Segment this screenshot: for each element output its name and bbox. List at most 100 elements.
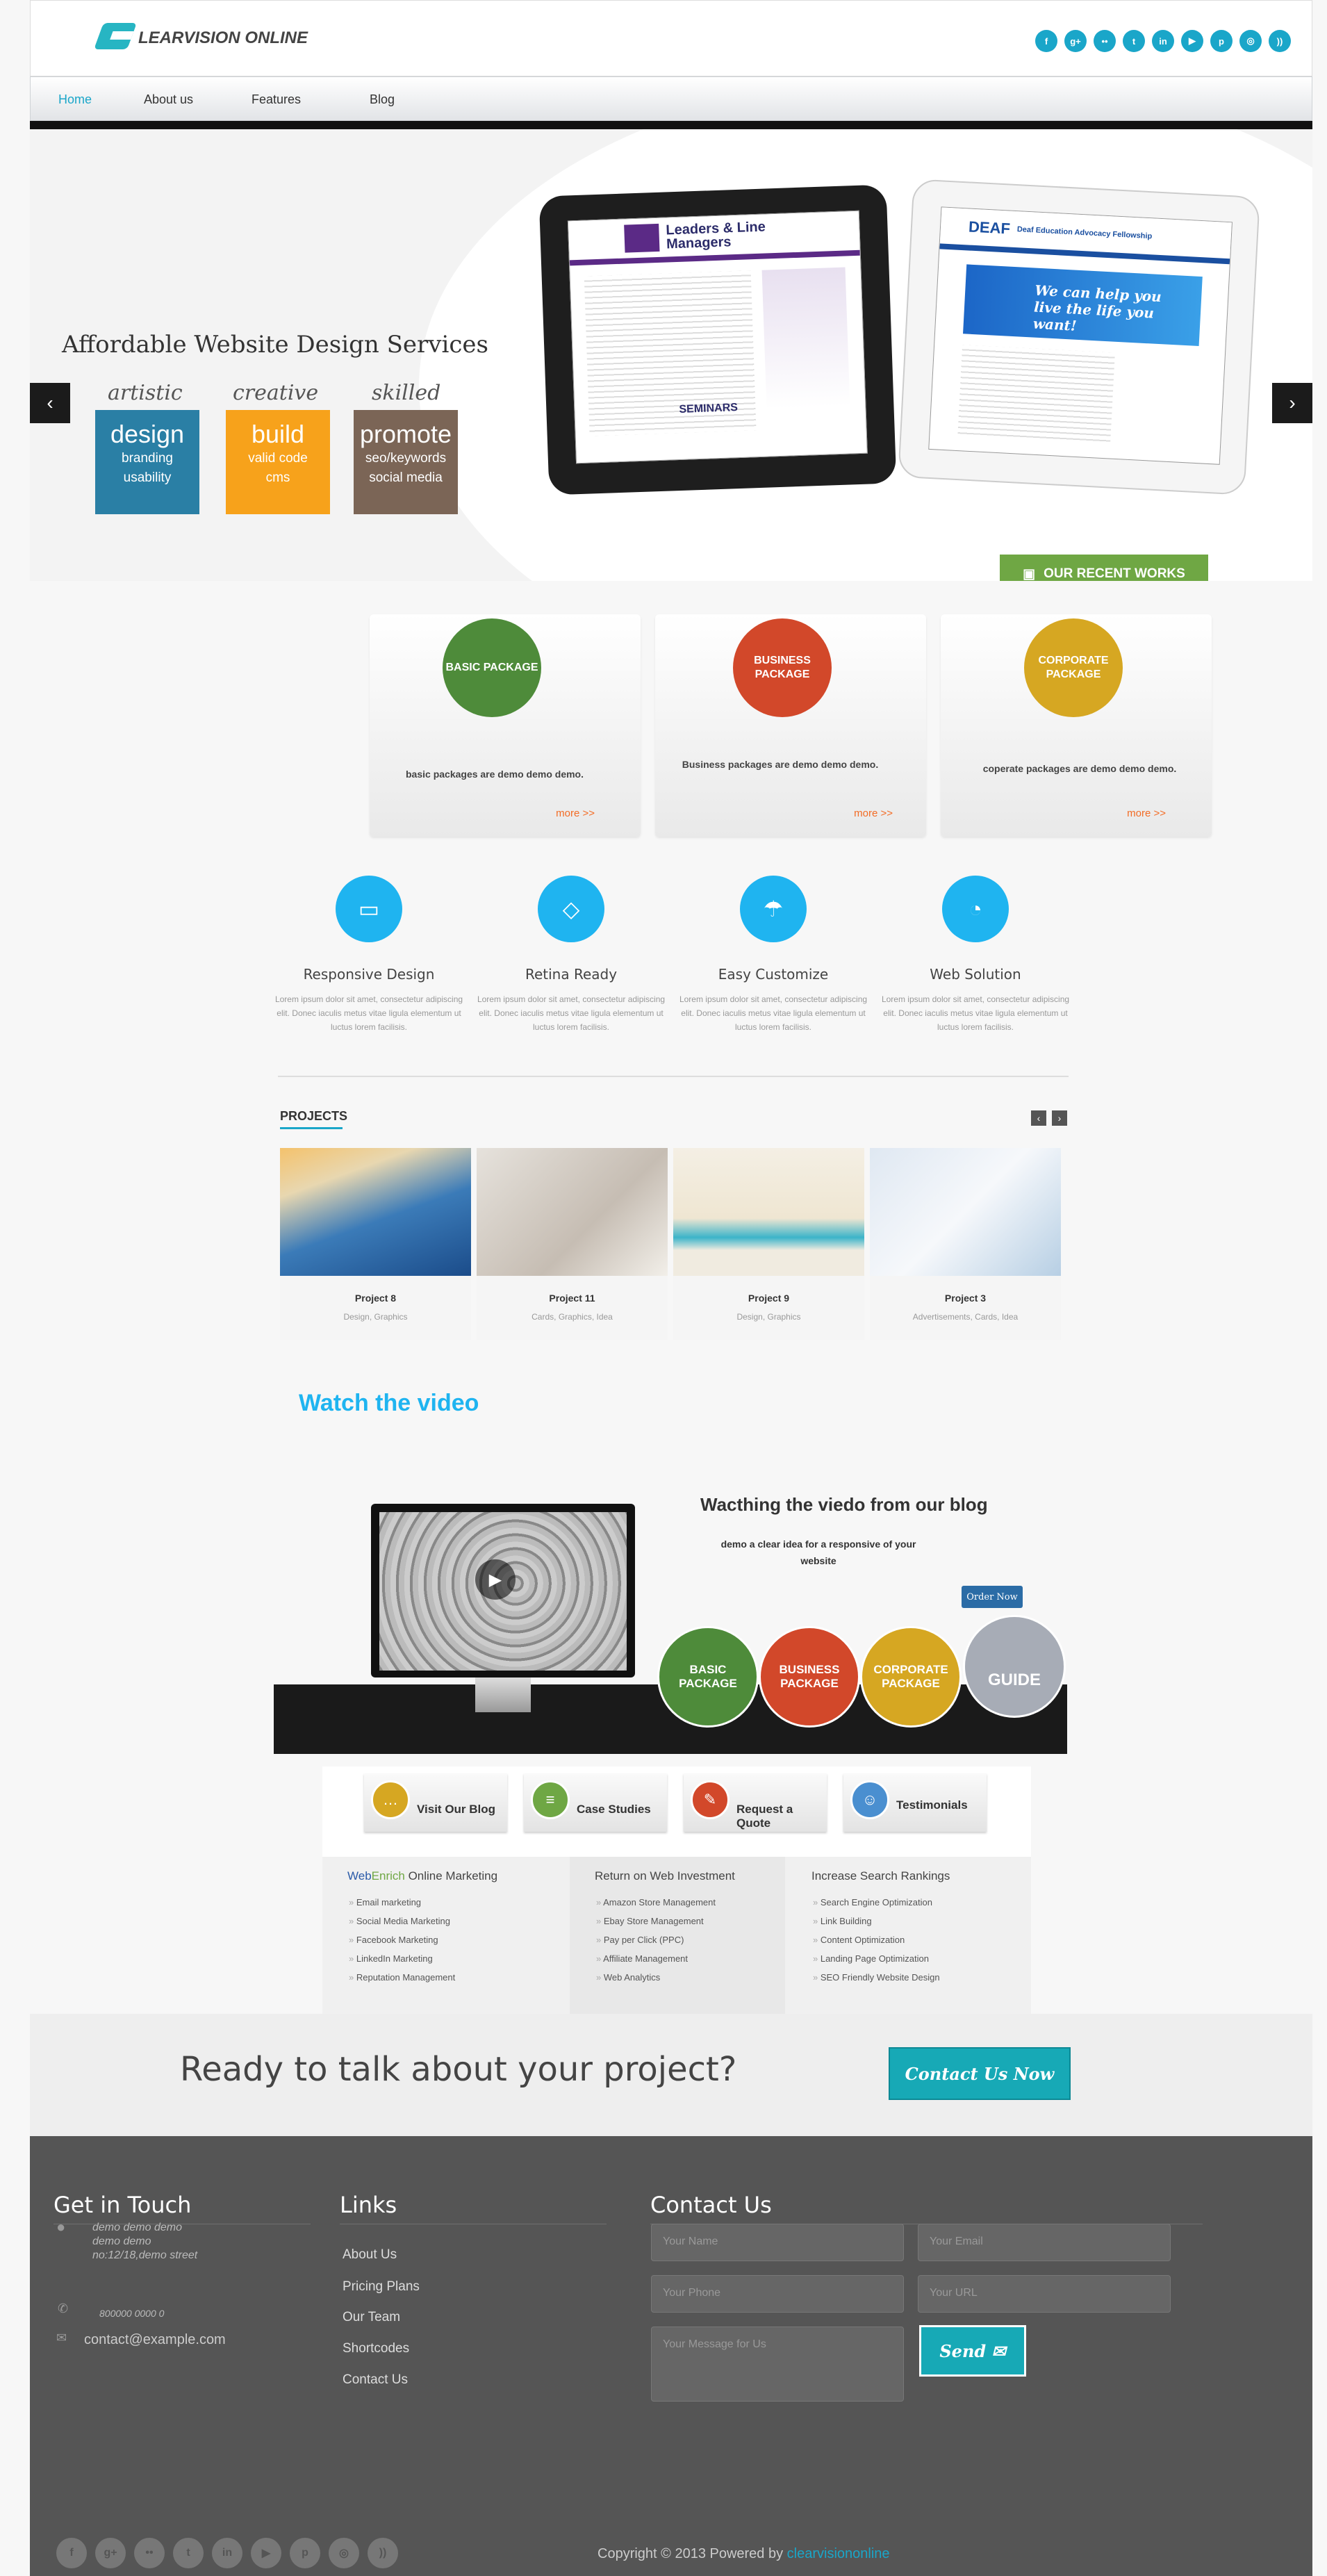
contact-heading: Contact Us [650,2192,772,2218]
package-more-link[interactable]: more >> [854,807,893,819]
project-card[interactable]: Project 8 Design, Graphics [280,1148,471,1340]
hero-box-line: branding [122,451,173,466]
list-item[interactable]: Reputation Management [349,1968,538,1987]
twitter-icon[interactable]: t [173,2538,204,2568]
powered-by-link[interactable]: clearvisiononline [787,2546,890,2561]
google-plus-icon[interactable]: g+ [95,2538,126,2568]
projects-prev-button[interactable]: ‹ [1031,1110,1046,1126]
package-card-corporate[interactable]: CORPORATE PACKAGE coperate packages are … [941,614,1212,837]
rss-icon[interactable]: )) [368,2538,398,2568]
recent-works-tab[interactable]: ▣ OUR RECENT WORKS [1000,555,1208,581]
contact-us-button[interactable]: Contact Us Now [889,2047,1071,2100]
projects-next-button[interactable]: › [1052,1110,1067,1126]
list-item[interactable]: Landing Page Optimization [813,1949,1002,1968]
nav-blog[interactable]: Blog [370,92,395,107]
video-circle-corporate[interactable]: CORPORATE PACKAGE [860,1626,962,1728]
tab-request-quote[interactable]: ✎ Request a Quote [684,1773,827,1832]
project-card[interactable]: Project 3 Advertisements, Cards, Idea [870,1148,1061,1340]
main-nav: Home About us Features Blog [30,76,1312,121]
tab-label: Request a Quote [736,1803,793,1830]
linkedin-icon[interactable]: in [1152,30,1174,52]
twitter-icon[interactable]: t [1123,30,1145,52]
rss-icon[interactable]: )) [1269,30,1291,52]
tab-visit-blog[interactable]: … Visit Our Blog [364,1773,507,1832]
hero-box-title: build [251,420,305,448]
briefcase-icon: ▣ [1023,566,1036,582]
video-circle-business[interactable]: BUSINESS PACKAGE [759,1626,860,1728]
slider-prev-button[interactable]: ‹ [30,383,70,423]
list-item[interactable]: Affiliate Management [596,1949,785,1968]
list-item[interactable]: Search Engine Optimization [813,1893,1002,1912]
divider [278,1076,1069,1077]
video-circle-guide[interactable]: GUIDE [963,1615,1066,1718]
send-button[interactable]: Send ✉ [919,2325,1026,2377]
nav-features[interactable]: Features [252,92,301,107]
footer-social-links: f g+ •• t in ▶ p ◎ )) [56,2538,398,2568]
list-item[interactable]: Pay per Click (PPC) [596,1930,785,1949]
name-input[interactable]: Your Name [651,2224,904,2261]
logo-icon[interactable] [94,23,137,49]
pinterest-icon[interactable]: p [290,2538,320,2568]
tab-label: Testimonials [896,1798,968,1812]
list-item[interactable]: Facebook Marketing [349,1930,538,1949]
tab-testimonials[interactable]: ☺ Testimonials [843,1773,987,1832]
video-subtitle: demo a clear idea for a responsive of yo… [720,1539,916,1566]
video-monitor[interactable]: ▶ [371,1504,635,1712]
footer-link-about[interactable]: About Us [343,2247,397,2263]
play-icon[interactable]: ▶ [475,1559,516,1600]
flickr-icon[interactable]: •• [134,2538,165,2568]
project-title: Project 9 [748,1293,790,1304]
url-input[interactable]: Your URL [918,2275,1171,2313]
package-more-link[interactable]: more >> [1127,807,1166,819]
tablet2-body [957,345,1115,443]
package-card-business[interactable]: BUSINESS PACKAGE Business packages are d… [655,614,926,837]
list-item[interactable]: Ebay Store Management [596,1912,785,1930]
umbrella-icon: ☂ [740,876,807,942]
list-item[interactable]: SEO Friendly Website Design [813,1968,1002,1987]
nav-about[interactable]: About us [144,92,193,107]
youtube-icon[interactable]: ▶ [1181,30,1203,52]
phone: 800000 0000 0 [99,2308,165,2319]
footer-link-shortcodes[interactable]: Shortcodes [343,2341,409,2356]
project-card[interactable]: Project 11 Cards, Graphics, Idea [477,1148,668,1340]
tablet-image-2: DEAF Deaf Education Advocacy Fellowship … [898,179,1260,495]
footer-link-pricing[interactable]: Pricing Plans [343,2279,420,2295]
youtube-icon[interactable]: ▶ [251,2538,281,2568]
footer-link-contact[interactable]: Contact Us [343,2372,408,2388]
package-desc: Business packages are demo demo demo. [682,759,879,770]
linkedin-icon[interactable]: in [212,2538,242,2568]
slider-next-button[interactable]: › [1272,383,1312,423]
email-input[interactable]: Your Email [918,2224,1171,2261]
dribbble-icon[interactable]: ◎ [329,2538,359,2568]
video-circle-basic[interactable]: BASIC PACKAGE [657,1626,759,1728]
package-card-basic[interactable]: BASIC PACKAGE basic packages are demo de… [370,614,641,837]
facebook-icon[interactable]: f [1035,30,1057,52]
order-now-button[interactable]: Order Now [962,1586,1023,1608]
message-textarea[interactable]: Your Message for Us [651,2327,904,2402]
list-item[interactable]: Social Media Marketing [349,1912,538,1930]
project-card[interactable]: Project 9 Design, Graphics [673,1148,864,1340]
copyright-text: Copyright © 2013 Powered by [597,2546,787,2561]
nav-home[interactable]: Home [58,92,92,107]
facebook-icon[interactable]: f [56,2538,87,2568]
feature-text: Lorem ipsum dolor sit amet, consectetur … [881,994,1070,1032]
package-badge: BUSINESS PACKAGE [733,618,832,717]
list-item[interactable]: Amazon Store Management [596,1893,785,1912]
footer-link-team[interactable]: Our Team [343,2310,400,2325]
list-item[interactable]: Content Optimization [813,1930,1002,1949]
flickr-icon[interactable]: •• [1094,30,1116,52]
list-item[interactable]: Web Analytics [596,1968,785,1987]
pinterest-icon[interactable]: p [1210,30,1233,52]
list-item[interactable]: Email marketing [349,1893,538,1912]
hero-word-creative: creative [233,381,319,405]
google-plus-icon[interactable]: g+ [1064,30,1087,52]
phone-input[interactable]: Your Phone [651,2275,904,2313]
list-item[interactable]: LinkedIn Marketing [349,1949,538,1968]
email-link[interactable]: contact@example.com [84,2332,226,2348]
package-more-link[interactable]: more >> [556,807,595,819]
logo-text[interactable]: LEARVISION ONLINE [138,28,308,48]
list-item[interactable]: Link Building [813,1912,1002,1930]
column-title-rest: Online Marketing [404,1869,498,1882]
tab-case-studies[interactable]: ≡ Case Studies [524,1773,667,1832]
dribbble-icon[interactable]: ◎ [1239,30,1262,52]
